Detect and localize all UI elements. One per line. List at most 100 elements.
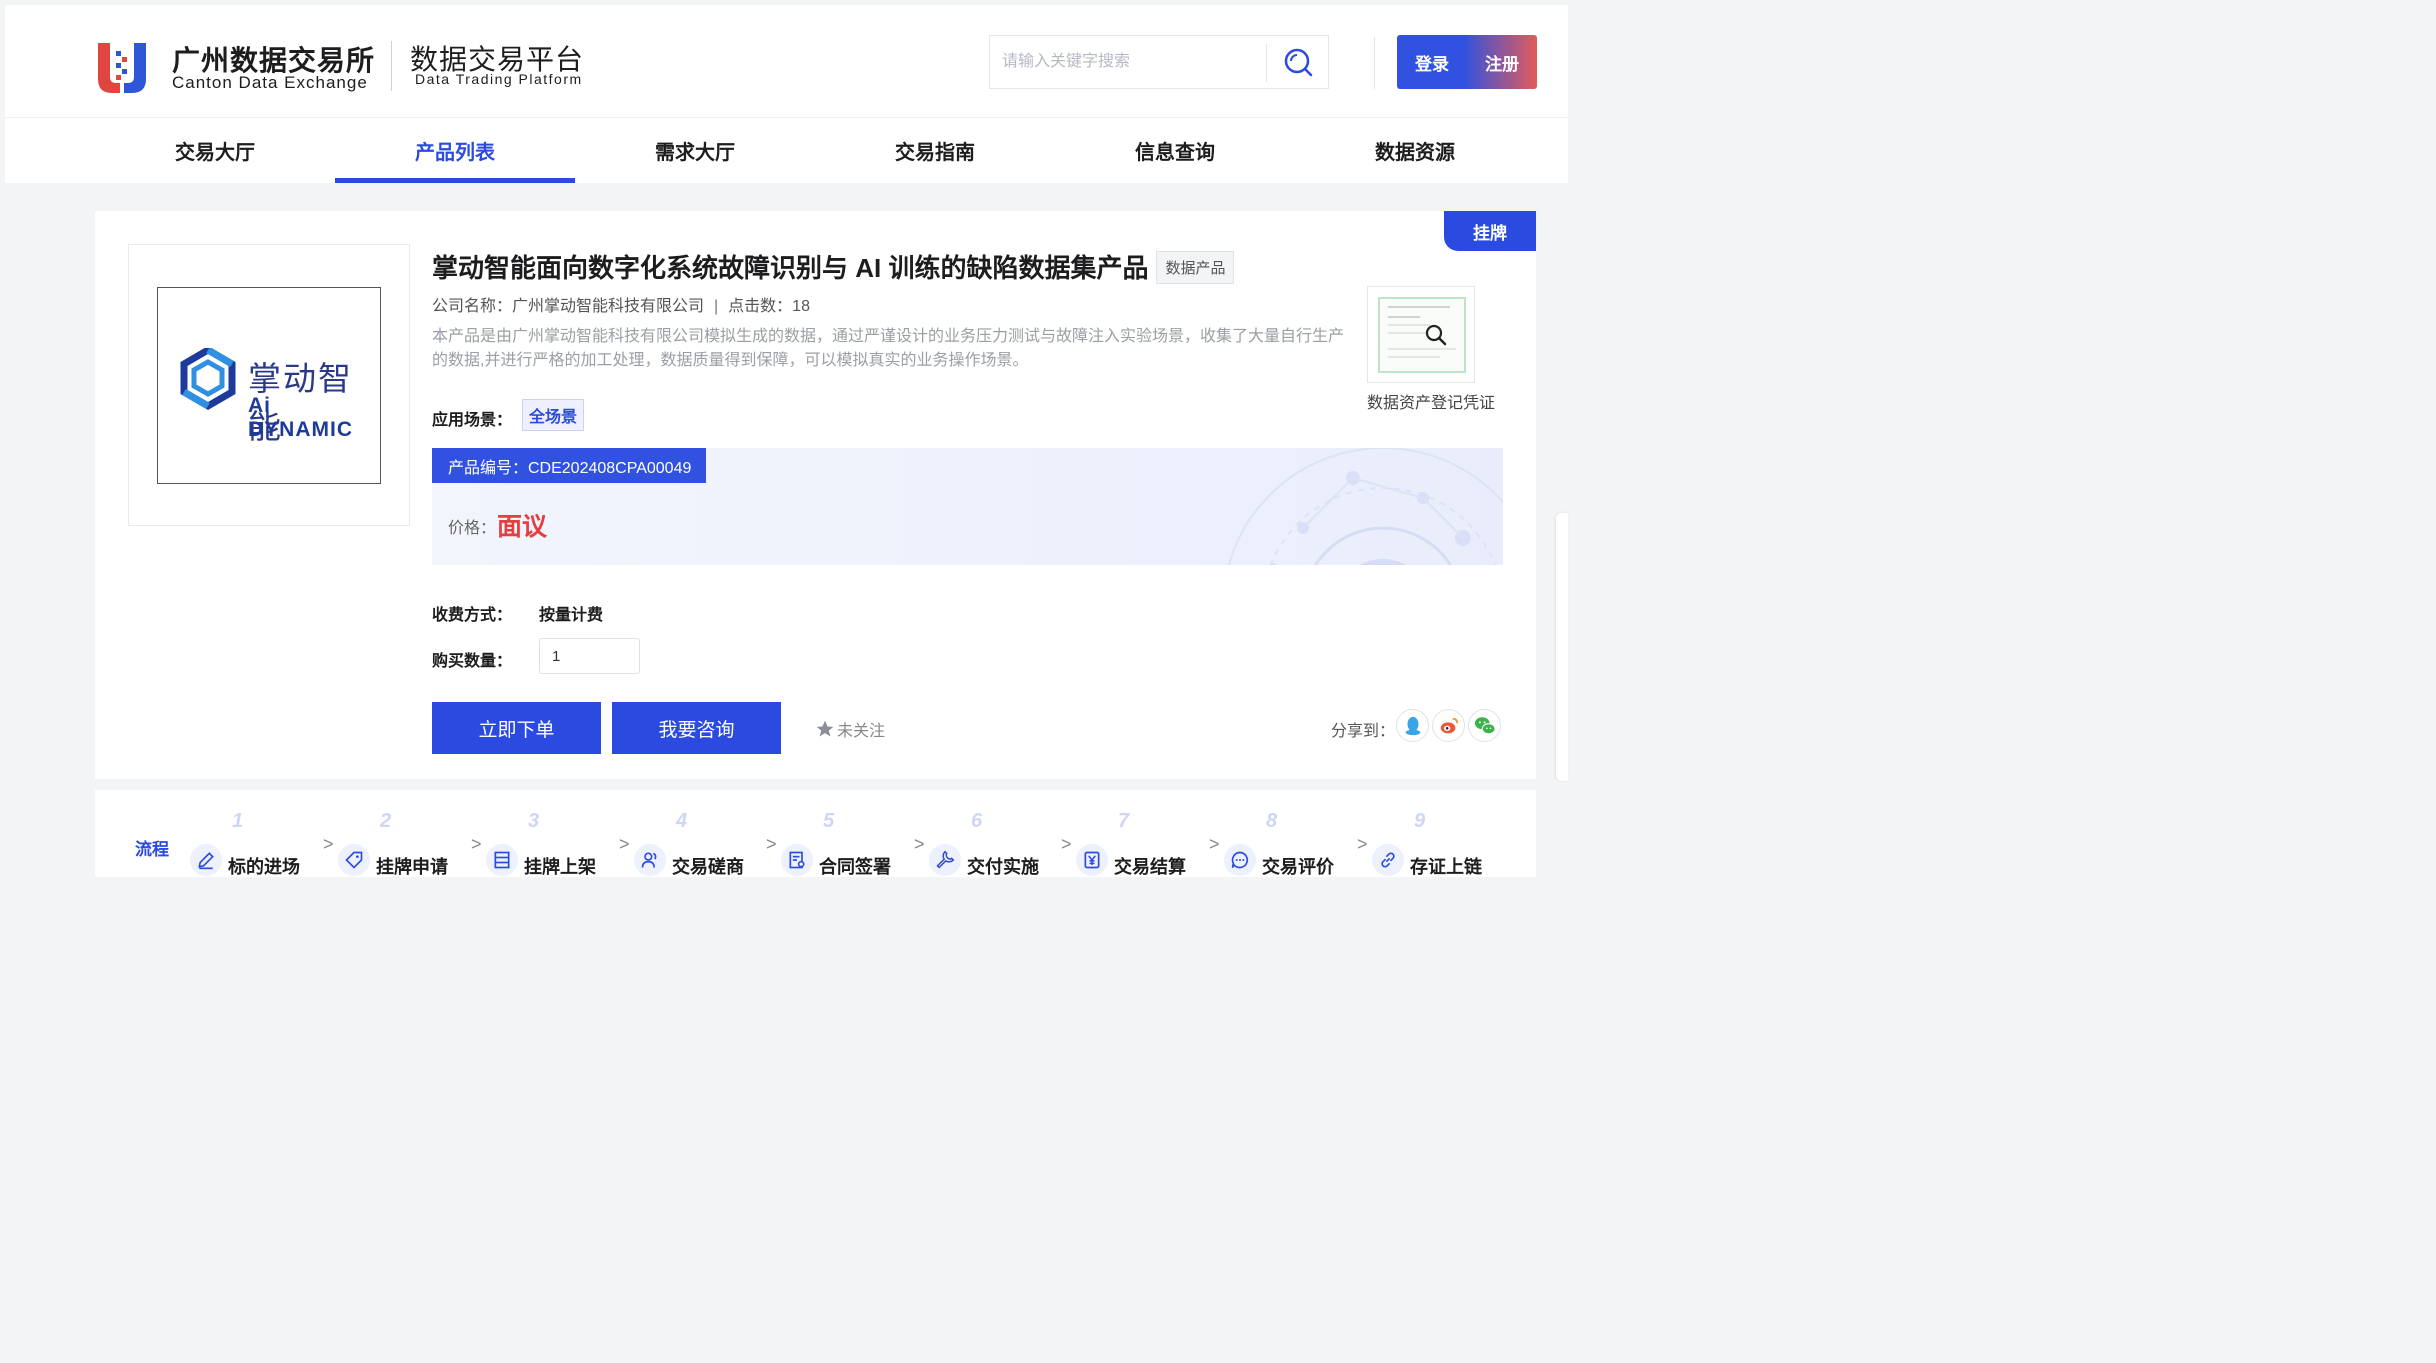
shelf-icon [486, 844, 518, 876]
meta-separator: | [714, 298, 719, 315]
step-label: 合同签署 [819, 857, 891, 877]
follow-label: 未关注 [837, 723, 886, 740]
chevron-right-icon: > [323, 834, 334, 854]
product-description: 本产品是由广州掌动智能科技有限公司模拟生成的数据，通过严谨设计的业务压力测试与故… [432, 328, 1345, 369]
step-number: 7 [1118, 810, 1130, 832]
link-icon [1372, 844, 1404, 876]
step-label: 交易磋商 [672, 857, 744, 877]
header-top-bar: 广州数据交易所 Canton Data Exchange 数据交易平台 Data… [5, 5, 1568, 118]
nav-item-demand-hall[interactable]: 需求大厅 [575, 118, 815, 183]
tag-icon [338, 844, 370, 876]
share-wechat-button[interactable] [1468, 709, 1501, 742]
company-name: 公司名称：广州掌动智能科技有限公司 [432, 298, 705, 315]
side-float-panel[interactable] [1556, 513, 1568, 781]
nav-item-product-list[interactable]: 产品列表 [335, 118, 575, 183]
users-icon [634, 844, 666, 876]
step-label: 挂牌上架 [524, 857, 596, 877]
flow-title: 流程 [135, 840, 169, 859]
zoom-icon [1425, 324, 1447, 346]
product-logo-image: 掌动智能 Ai DYNAMIC [157, 287, 381, 484]
product-type-badge: 数据产品 [1156, 251, 1235, 284]
scene-label: 应用场景： [432, 412, 513, 429]
chevron-right-icon: > [471, 834, 482, 854]
pen-icon [190, 844, 222, 876]
product-title: 掌动智能面向数字化系统故障识别与 AI 训练的缺陷数据集产品 数据产品 [432, 248, 1235, 285]
search-input[interactable] [990, 36, 1266, 88]
step-number: 4 [676, 810, 688, 832]
price-label: 价格： [448, 520, 497, 537]
share-weibo-button[interactable] [1432, 709, 1465, 742]
step-number: 6 [971, 810, 983, 832]
product-brand-en: Ai DYNAMIC [248, 394, 353, 441]
click-count: 点击数：18 [728, 298, 810, 315]
step-number: 3 [528, 810, 540, 832]
step-label: 存证上链 [1410, 857, 1482, 877]
product-code: 产品编号：CDE202408CPA00049 [432, 448, 706, 483]
chevron-right-icon: > [766, 834, 777, 854]
price-value: 面议 [497, 513, 548, 541]
step-label: 挂牌申请 [376, 857, 448, 877]
cde-logo-icon[interactable] [94, 37, 150, 93]
certificate-thumbnail[interactable] [1367, 286, 1475, 383]
yen-icon [1076, 844, 1108, 876]
nav-item-info-query[interactable]: 信息查询 [1055, 118, 1295, 183]
wrench-icon [929, 844, 961, 876]
product-title-text: 掌动智能面向数字化系统故障识别与 AI 训练的缺陷数据集产品 [432, 253, 1149, 283]
quantity-label: 购买数量： [432, 653, 513, 670]
consult-button[interactable]: 我要咨询 [612, 702, 781, 754]
nav-item-trading-hall[interactable]: 交易大厅 [95, 118, 335, 183]
chat-icon [1224, 844, 1256, 876]
listed-badge: 挂牌 [1444, 211, 1536, 251]
share-qq-button[interactable] [1396, 709, 1429, 742]
chevron-right-icon: > [1209, 834, 1220, 854]
fee-method-value: 按量计费 [539, 607, 604, 624]
contract-icon [781, 844, 813, 876]
share-label: 分享到： [1331, 723, 1396, 740]
price-panel: 产品编号：CDE202408CPA00049 价格： 面议 [432, 448, 1503, 565]
ai-dynamic-logo-icon [180, 348, 236, 411]
register-button[interactable]: 注册 [1467, 35, 1537, 89]
certificate-document [1378, 297, 1466, 373]
site-header: 广州数据交易所 Canton Data Exchange 数据交易平台 Data… [5, 5, 1568, 183]
auth-buttons: 登录 注册 [1397, 35, 1537, 89]
step-label: 交易评价 [1262, 857, 1334, 877]
step-number: 1 [232, 810, 244, 832]
chevron-right-icon: > [619, 834, 630, 854]
chevron-right-icon: > [1357, 834, 1368, 854]
product-detail-card: 挂牌 掌动智能 Ai DYNAMIC 掌动智能面向数字化系统故障识别与 AI 训… [95, 211, 1536, 779]
star-icon [816, 720, 834, 737]
search-box [989, 35, 1329, 89]
step-number: 2 [380, 810, 392, 832]
qq-icon [1405, 716, 1420, 735]
main-nav: 交易大厅 产品列表 需求大厅 交易指南 信息查询 数据资源 [5, 118, 1568, 183]
fee-method-label: 收费方式： [432, 607, 513, 624]
scene-tag: 全场景 [522, 399, 585, 431]
step-label: 标的进场 [228, 857, 300, 877]
platform-name-en: Data Trading Platform [415, 71, 583, 87]
step-number: 5 [823, 810, 835, 832]
wechat-icon [1474, 716, 1496, 734]
network-decoration [1227, 448, 1503, 565]
header-divider [1374, 37, 1375, 89]
login-button[interactable]: 登录 [1397, 35, 1467, 89]
weibo-icon [1440, 717, 1458, 733]
step-number: 8 [1266, 810, 1278, 832]
product-image-frame: 掌动智能 Ai DYNAMIC [128, 244, 410, 526]
brand-name-en: Canton Data Exchange [172, 73, 368, 92]
search-button[interactable] [1267, 36, 1329, 88]
quantity-input[interactable] [539, 638, 640, 674]
product-meta: 公司名称：广州掌动智能科技有限公司 | 点击数：18 [432, 292, 810, 316]
search-icon [1284, 48, 1313, 77]
process-flow-bar: 流程 1 标的进场 > 2 挂牌申请 > 3 挂牌上架 > 4 交易磋商 > 5… [95, 790, 1536, 877]
follow-toggle[interactable]: 未关注 [815, 717, 885, 741]
step-number: 9 [1414, 810, 1426, 832]
step-label: 交付实施 [967, 857, 1039, 877]
step-label: 交易结算 [1114, 857, 1186, 877]
chevron-right-icon: > [914, 834, 925, 854]
nav-item-data-resources[interactable]: 数据资源 [1295, 118, 1535, 183]
chevron-right-icon: > [1061, 834, 1072, 854]
logo-divider [391, 41, 392, 91]
order-now-button[interactable]: 立即下单 [432, 702, 601, 754]
nav-item-trading-guide[interactable]: 交易指南 [815, 118, 1055, 183]
certificate-label: 数据资产登记凭证 [1367, 395, 1496, 412]
